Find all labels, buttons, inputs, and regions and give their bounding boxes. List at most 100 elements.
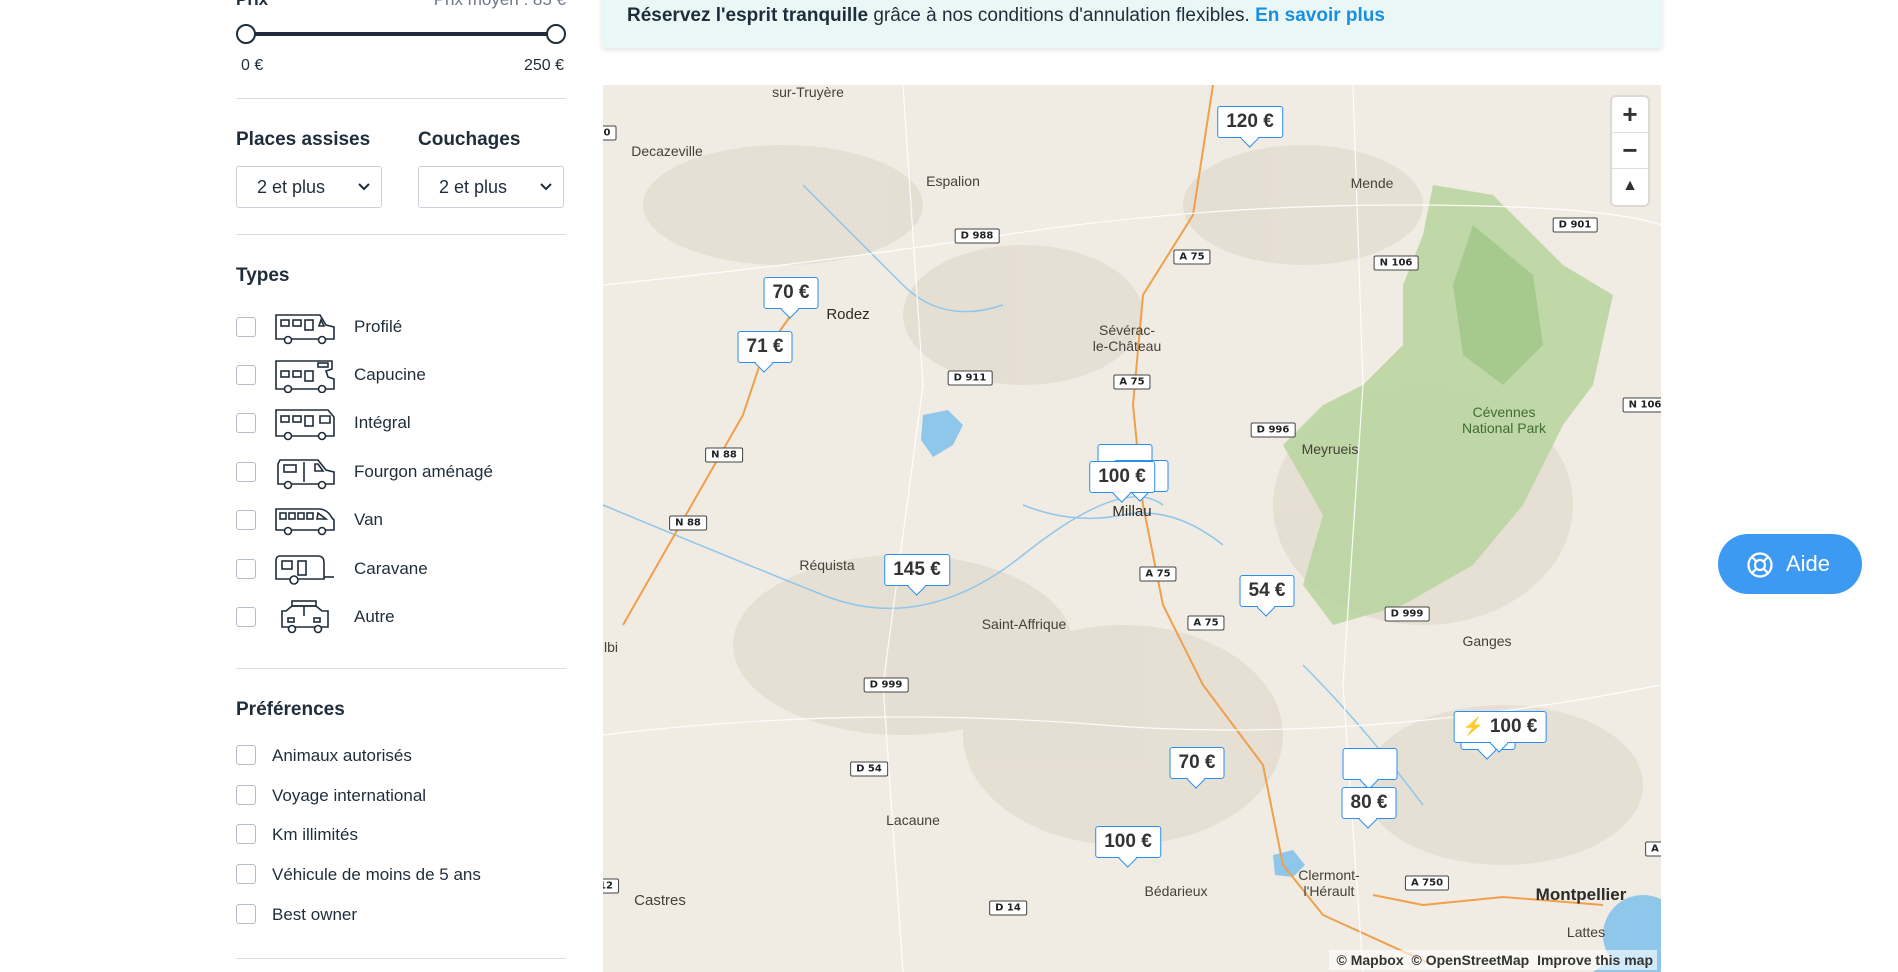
price-range-slider[interactable]: [236, 24, 566, 44]
pin-price: 80 €: [1350, 792, 1388, 813]
type-checkbox[interactable]: [236, 365, 256, 385]
beds-select[interactable]: 2 et plus: [418, 166, 564, 208]
improve-map-link[interactable]: Improve this map: [1537, 952, 1653, 968]
type-option-caravan[interactable]: Caravane: [236, 549, 566, 589]
divider: [236, 958, 566, 959]
pref-checkbox[interactable]: [236, 785, 256, 805]
type-checkbox[interactable]: [236, 462, 256, 482]
zoom-in-button[interactable]: +: [1612, 97, 1648, 133]
map-price-pin[interactable]: 145 €: [884, 554, 950, 586]
chevron-down-icon: [540, 183, 552, 191]
pin-price: 54 €: [1248, 580, 1286, 601]
map-place-label: Bédarieux: [1144, 883, 1208, 899]
banner-bold-text: Réservez l'esprit tranquille: [627, 5, 869, 26]
map-zoom-controls: + − ▲: [1612, 97, 1648, 205]
map-price-pin[interactable]: 54 €: [1239, 575, 1295, 607]
beds-select-value: 2 et plus: [439, 177, 508, 197]
compass-icon: ▲: [1622, 177, 1638, 194]
road-shield: D 901: [1552, 217, 1598, 233]
type-checkbox[interactable]: [236, 510, 256, 530]
map-place-label: sur-Truyère: [772, 85, 844, 100]
capucine-van-icon: [275, 360, 335, 393]
pref-checkbox[interactable]: [236, 824, 256, 844]
cancellation-banner: Réservez l'esprit tranquille grâce à nos…: [602, 0, 1662, 48]
map-price-pin[interactable]: 120 €: [1217, 106, 1283, 138]
type-option-van[interactable]: Van: [236, 500, 566, 540]
pref-unlimited-km[interactable]: Km illimités: [236, 820, 566, 848]
mapbox-attribution-link[interactable]: © Mapbox: [1337, 952, 1404, 968]
price-average: Prix moyen : 85 €: [434, 0, 566, 10]
map-price-pin[interactable]: 00 €: [1342, 748, 1398, 780]
type-checkbox[interactable]: [236, 317, 256, 337]
road-shield: D 988: [954, 228, 1000, 244]
map-place-label: Lacaune: [886, 812, 940, 828]
type-checkbox[interactable]: [236, 607, 256, 627]
map-place-label: Sévérac- le-Château: [1092, 322, 1162, 354]
road-shield: N 106: [1622, 397, 1661, 413]
road-shield: A 75: [1139, 566, 1177, 582]
pref-checkbox[interactable]: [236, 864, 256, 884]
type-label: Profilé: [354, 317, 403, 336]
type-checkbox[interactable]: [236, 559, 256, 579]
map-place-label: Rodez: [826, 306, 870, 323]
map-place-label: Clermont- l'Hérault: [1298, 867, 1360, 899]
type-label: Fourgon aménagé: [354, 462, 493, 481]
road-shield: D 14: [989, 900, 1027, 916]
integral-van-icon: [275, 409, 335, 441]
type-checkbox[interactable]: [236, 413, 256, 433]
help-button[interactable]: Aide: [1718, 534, 1862, 594]
pref-international[interactable]: Voyage international: [236, 781, 566, 809]
compass-reset-button[interactable]: ▲: [1612, 169, 1648, 205]
seats-select-value: 2 et plus: [257, 177, 326, 197]
map-price-pin[interactable]: 70 €: [763, 277, 819, 309]
pref-best-owner[interactable]: Best owner: [236, 900, 566, 928]
beds-label: Couchages: [418, 129, 521, 150]
pref-checkbox[interactable]: [236, 904, 256, 924]
road-shield: D 911: [947, 370, 993, 386]
van-icon: [275, 508, 335, 536]
results-map[interactable]: sur-Truyère Decazeville Espalion Mende R…: [603, 85, 1661, 972]
road-shield: A 75: [1187, 615, 1225, 631]
price-range-track[interactable]: [246, 32, 556, 36]
map-price-pin[interactable]: 100 €: [1089, 461, 1155, 493]
type-option-other[interactable]: Autre: [236, 597, 566, 637]
map-price-pin[interactable]: 71 €: [737, 331, 793, 363]
road-shield: 12: [603, 878, 619, 894]
pref-recent-vehicle[interactable]: Véhicule de moins de 5 ans: [236, 860, 566, 888]
caravan-icon: [275, 555, 334, 585]
price-filter-header: Prix Prix moyen : 85 €: [236, 0, 566, 10]
road-shield: D 999: [1384, 606, 1430, 622]
road-shield: 0: [603, 125, 617, 141]
seats-select[interactable]: 2 et plus: [236, 166, 382, 208]
map-place-label: Réquista: [799, 557, 855, 573]
pref-checkbox[interactable]: [236, 745, 256, 765]
pref-pets-allowed[interactable]: Animaux autorisés: [236, 741, 566, 769]
map-price-pin[interactable]: 100 €: [1095, 826, 1161, 858]
type-option-profile[interactable]: Profilé: [236, 307, 566, 347]
map-place-label: Ganges: [1462, 633, 1512, 649]
map-place-label: Lattes: [1566, 924, 1606, 940]
pref-label: Km illimités: [272, 825, 358, 844]
price-max-label: 250 €: [523, 57, 564, 74]
pin-price: 100 €: [1489, 716, 1538, 737]
other-vehicle-icon: [281, 600, 329, 634]
banner-text: grâce à nos conditions d'annulation flex…: [868, 5, 1256, 26]
type-option-fourgon[interactable]: Fourgon aménagé: [236, 452, 566, 492]
map-price-pin[interactable]: ⚡ 100 €: [1453, 711, 1547, 743]
map-attribution: © Mapbox © OpenStreetMap Improve this ma…: [1328, 950, 1657, 970]
map-price-pin[interactable]: 80 €: [1341, 787, 1397, 819]
osm-attribution-link[interactable]: © OpenStreetMap: [1412, 952, 1530, 968]
price-filter-label: Prix: [236, 0, 268, 9]
price-range-min-handle[interactable]: [236, 24, 256, 44]
map-place-label: Millau: [1112, 503, 1152, 520]
zoom-out-button[interactable]: −: [1612, 133, 1648, 169]
type-option-capucine[interactable]: Capucine: [236, 355, 566, 395]
type-option-integral[interactable]: Intégral: [236, 403, 566, 443]
road-shield: A 750: [1404, 875, 1450, 891]
learn-more-link[interactable]: En savoir plus: [1255, 5, 1385, 26]
map-price-pin[interactable]: 70 €: [1169, 747, 1225, 779]
pin-price: 71 €: [746, 336, 784, 357]
pref-label: Animaux autorisés: [272, 746, 412, 765]
pref-label: Véhicule de moins de 5 ans: [272, 865, 481, 884]
price-range-max-handle[interactable]: [546, 24, 566, 44]
